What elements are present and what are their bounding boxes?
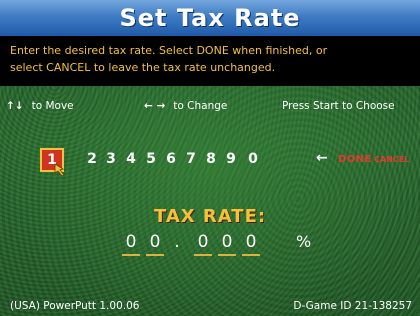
digit-button-0[interactable]: 0 <box>244 151 262 167</box>
cancel-button[interactable]: CANCEL <box>374 155 409 164</box>
tax-rate-digit-3: 0 <box>197 232 209 252</box>
up-down-arrow-icon: ↑↓ <box>6 100 24 112</box>
instruction-line-2: select CANCEL to leave the tax rate unch… <box>10 61 276 74</box>
digit-button-6[interactable]: 6 <box>162 151 180 167</box>
page-title: Set Tax Rate <box>0 0 420 36</box>
instruction-line-1: Enter the desired tax rate. Select DONE … <box>10 44 328 57</box>
done-button[interactable]: DONE <box>338 154 372 165</box>
tax-rate-label: TAX RATE: <box>153 206 267 227</box>
digit-underline <box>194 254 212 256</box>
digit-button-3[interactable]: 3 <box>102 151 120 167</box>
digit-button-9[interactable]: 9 <box>222 151 240 167</box>
instructions-panel: Enter the desired tax rate. Select DONE … <box>0 36 420 86</box>
tax-rate-digit-4: 0 <box>221 232 233 252</box>
version-label: (USA) PowerPutt 1.00.06 <box>10 300 140 312</box>
tax-rate-digit-2: 0 <box>149 232 161 252</box>
digit-button-7[interactable]: 7 <box>182 151 200 167</box>
digit-underline <box>242 254 260 256</box>
digit-button-2[interactable]: 2 <box>83 151 101 167</box>
tax-rate-digit-5: 0 <box>245 232 257 252</box>
tax-rate-digit-1: 0 <box>125 232 137 252</box>
digit-button-8[interactable]: 8 <box>202 151 220 167</box>
digit-button-5[interactable]: 5 <box>142 151 160 167</box>
left-arrow-icon: ← <box>316 150 328 166</box>
change-hint: ← → to Change <box>144 100 227 112</box>
change-hint-label: to Change <box>173 100 228 112</box>
tax-rate-decimal-point: . <box>174 232 180 252</box>
percent-sign: % <box>296 232 312 251</box>
digit-underline <box>146 254 164 256</box>
controls-hint-bar: ↑↓ to Move ← → to Change Press Start to Ch… <box>0 100 420 116</box>
digit-underline <box>122 254 140 256</box>
start-hint: Press Start to Choose <box>282 100 395 112</box>
game-id-label: D-Game ID 21-138257 <box>293 300 412 312</box>
digit-button-4[interactable]: 4 <box>122 151 140 167</box>
left-right-arrow-icon: ← → <box>144 100 166 112</box>
move-hint: ↑↓ to Move <box>6 100 74 112</box>
digit-underline <box>218 254 236 256</box>
move-hint-label: to Move <box>31 100 74 112</box>
